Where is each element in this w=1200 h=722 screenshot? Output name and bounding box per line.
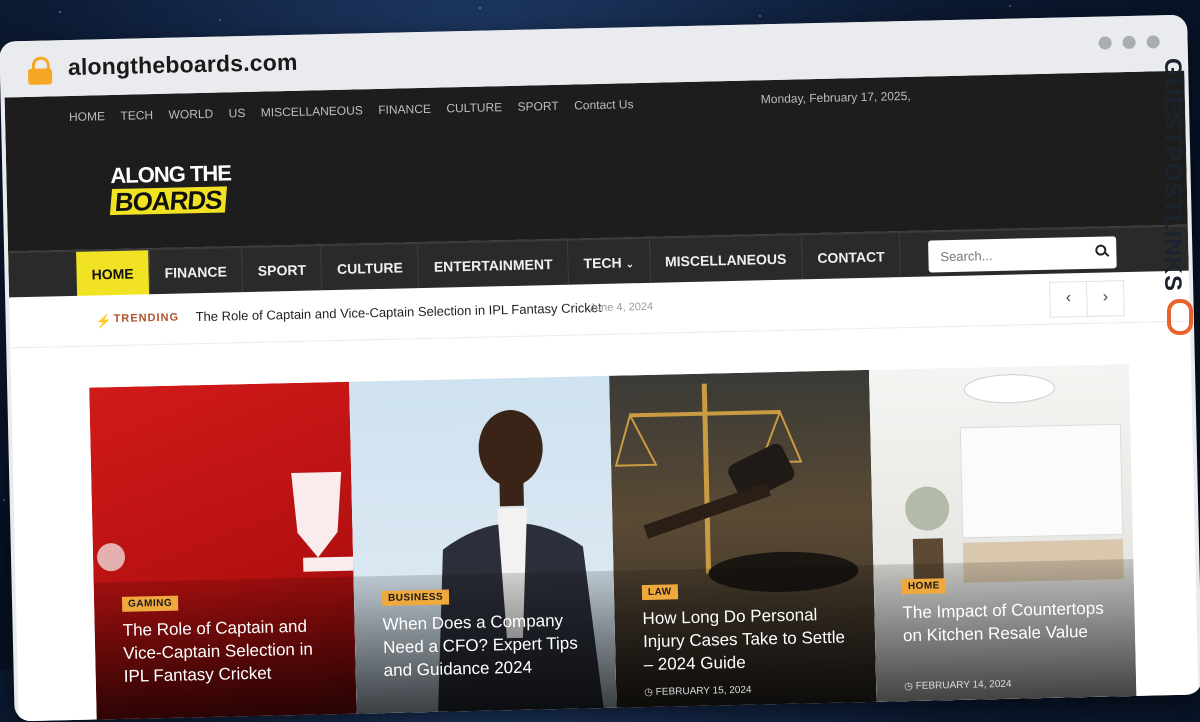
- top-nav-world[interactable]: WORLD: [168, 107, 213, 122]
- nav-item-contact[interactable]: CONTACT: [801, 233, 902, 282]
- trending-label: TRENDING: [113, 311, 180, 326]
- featured-card[interactable]: HOME The Impact of Countertops on Kitche…: [868, 364, 1138, 722]
- top-nav-tech[interactable]: TECH: [120, 108, 153, 123]
- featured-card[interactable]: GAMING The Role of Captain and Vice-Capt…: [89, 381, 358, 722]
- top-nav-contact[interactable]: Contact Us: [574, 97, 634, 112]
- featured-card[interactable]: LAW How Long Do Personal Injury Cases Ta…: [609, 369, 878, 722]
- logo-line-2: BOARDS: [109, 185, 227, 217]
- window-controls: [1087, 35, 1160, 55]
- site-logo[interactable]: ALONG THE BOARDS: [109, 160, 261, 219]
- trending-date: June 4, 2024: [589, 300, 654, 315]
- nav-item-tech[interactable]: TECH ⌄: [568, 238, 651, 287]
- header-date: Monday, February 17, 2025,: [760, 88, 911, 107]
- nav-item-finance[interactable]: FINANCE: [149, 248, 244, 297]
- top-nav-home[interactable]: HOME: [69, 109, 105, 124]
- top-nav-us[interactable]: US: [229, 106, 246, 120]
- watermark: GUESTPOSTLINKS: [1159, 54, 1200, 354]
- category-badge[interactable]: HOME: [901, 578, 947, 595]
- link-icon: [1167, 299, 1193, 335]
- top-nav-sport[interactable]: SPORT: [517, 99, 558, 114]
- top-nav: HOME TECH WORLD US MISCELLANEOUS FINANCE…: [69, 95, 645, 126]
- url-text[interactable]: alongtheboards.com: [68, 49, 298, 81]
- watermark-text: GUESTPOSTLINKS: [1159, 58, 1186, 293]
- site-header: HOME TECH WORLD US MISCELLANEOUS FINANCE…: [4, 70, 1188, 252]
- trending-headline[interactable]: The Role of Captain and Vice-Captain Sel…: [195, 300, 601, 324]
- category-badge[interactable]: LAW: [641, 584, 678, 601]
- card-date-text: FEBRUARY 15, 2024: [655, 684, 752, 698]
- browser-window: alongtheboards.com HOME TECH WORLD US MI…: [0, 14, 1200, 722]
- window-dot-icon[interactable]: [1146, 35, 1160, 49]
- lock-icon: [27, 56, 53, 85]
- web-page: HOME TECH WORLD US MISCELLANEOUS FINANCE…: [4, 70, 1199, 722]
- nav-item-sport[interactable]: SPORT: [242, 246, 323, 295]
- top-nav-miscellaneous[interactable]: MISCELLANEOUS: [261, 103, 363, 119]
- nav-item-tech-label: TECH: [583, 254, 622, 272]
- prev-arrow-button[interactable]: ‹: [1049, 280, 1088, 318]
- category-badge[interactable]: BUSINESS: [381, 589, 450, 607]
- window-dot-icon[interactable]: [1098, 36, 1112, 50]
- bolt-icon: ⚡: [95, 313, 113, 329]
- search-input[interactable]: [928, 237, 1083, 273]
- card-title[interactable]: How Long Do Personal Injury Cases Take t…: [642, 602, 856, 676]
- top-nav-culture[interactable]: CULTURE: [446, 100, 502, 115]
- chevron-down-icon: ⌄: [625, 259, 635, 271]
- card-title[interactable]: The Role of Captain and Vice-Captain Sel…: [122, 614, 336, 688]
- search-box: [928, 236, 1117, 273]
- card-date-text: FEBRUARY 14, 2024: [915, 678, 1012, 692]
- nav-item-culture[interactable]: CULTURE: [321, 244, 420, 293]
- logo-line-1: ALONG THE: [110, 160, 232, 189]
- next-arrow-button[interactable]: ›: [1086, 280, 1125, 317]
- clock-icon: ◷: [644, 686, 654, 699]
- nav-item-home[interactable]: HOME: [76, 250, 151, 298]
- nav-item-miscellaneous[interactable]: MISCELLANEOUS: [649, 235, 803, 285]
- featured-cards: GAMING The Role of Captain and Vice-Capt…: [89, 364, 1138, 722]
- card-title[interactable]: When Does a Company Need a CFO? Expert T…: [382, 608, 596, 682]
- top-nav-finance[interactable]: FINANCE: [378, 102, 431, 117]
- window-dot-icon[interactable]: [1122, 35, 1136, 50]
- search-icon[interactable]: [1095, 244, 1110, 257]
- category-badge[interactable]: GAMING: [121, 595, 179, 612]
- clock-icon: ◷: [904, 680, 914, 693]
- nav-item-entertainment[interactable]: ENTERTAINMENT: [418, 240, 570, 291]
- card-title[interactable]: The Impact of Countertops on Kitchen Res…: [902, 596, 1115, 647]
